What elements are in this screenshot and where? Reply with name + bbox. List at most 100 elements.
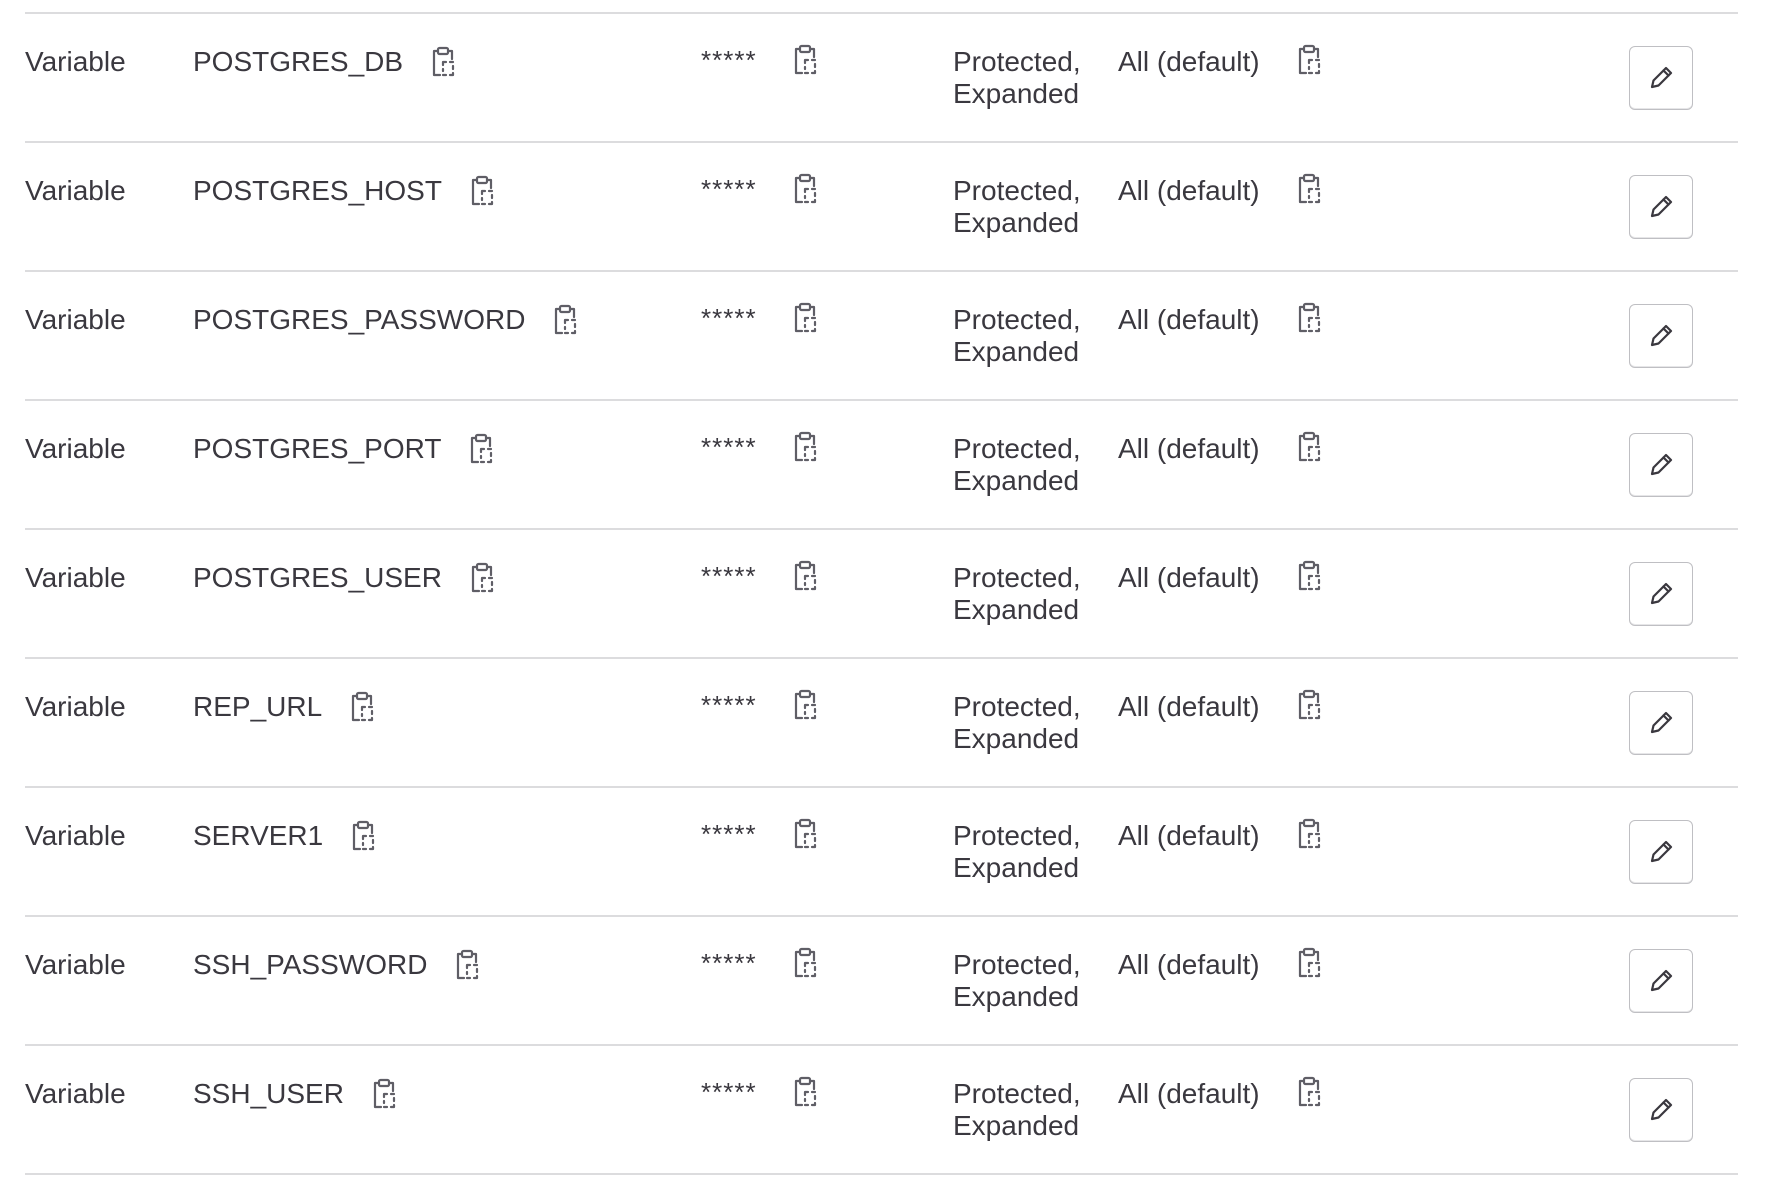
pencil-icon xyxy=(1646,321,1676,351)
table-row: Variable SERVER1 ***** Protected, Expanded Al… xyxy=(25,788,1738,917)
variable-key: SSH_PASSWORD xyxy=(193,949,428,980)
copy-key-icon[interactable] xyxy=(349,820,377,852)
edit-variable-button[interactable] xyxy=(1629,562,1693,626)
pencil-icon xyxy=(1646,708,1676,738)
copy-key-icon[interactable] xyxy=(468,175,496,207)
variable-value-masked: ***** xyxy=(701,561,757,591)
variable-environment: All (default) xyxy=(1118,1078,1260,1109)
edit-variable-button[interactable] xyxy=(1629,46,1693,110)
attribute-expanded: Expanded xyxy=(953,465,1080,496)
copy-value-icon[interactable] xyxy=(791,818,819,850)
copy-environment-cell xyxy=(1295,560,1323,599)
edit-variable-button[interactable] xyxy=(1629,175,1693,239)
copy-environment-cell xyxy=(1295,689,1323,728)
copy-key-icon[interactable] xyxy=(348,691,376,723)
variable-key-cell: SSH_USER xyxy=(193,1078,398,1110)
variable-attributes: Protected, Expanded xyxy=(953,304,1113,368)
copy-value-cell xyxy=(791,1076,819,1115)
copy-value-icon[interactable] xyxy=(791,560,819,592)
pencil-icon xyxy=(1646,450,1676,480)
variable-environment: All (default) xyxy=(1118,304,1260,335)
edit-variable-button[interactable] xyxy=(1629,820,1693,884)
copy-key-icon[interactable] xyxy=(370,1078,398,1110)
variable-value-masked: ***** xyxy=(701,690,757,720)
copy-value-cell xyxy=(791,302,819,341)
copy-environment-icon[interactable] xyxy=(1295,173,1323,205)
attribute-expanded: Expanded xyxy=(953,723,1080,754)
copy-environment-icon[interactable] xyxy=(1295,560,1323,592)
variable-type: Variable xyxy=(25,562,126,593)
variable-key: POSTGRES_USER xyxy=(193,562,442,593)
variable-attributes: Protected, Expanded xyxy=(953,1078,1113,1142)
copy-value-cell xyxy=(791,560,819,599)
copy-value-icon[interactable] xyxy=(791,1076,819,1108)
variable-environment: All (default) xyxy=(1118,46,1260,77)
variable-environment: All (default) xyxy=(1118,691,1260,722)
copy-value-icon[interactable] xyxy=(791,302,819,334)
attribute-protected: Protected, xyxy=(953,304,1081,335)
edit-variable-button[interactable] xyxy=(1629,949,1693,1013)
edit-variable-button[interactable] xyxy=(1629,304,1693,368)
variable-key-cell: REP_URL xyxy=(193,691,376,723)
variable-key-cell: POSTGRES_DB xyxy=(193,46,457,78)
copy-environment-icon[interactable] xyxy=(1295,947,1323,979)
pencil-icon xyxy=(1646,966,1676,996)
variable-key: POSTGRES_HOST xyxy=(193,175,442,206)
edit-variable-button[interactable] xyxy=(1629,433,1693,497)
copy-environment-icon[interactable] xyxy=(1295,1076,1323,1108)
variable-key-cell: POSTGRES_HOST xyxy=(193,175,496,207)
attribute-protected: Protected, xyxy=(953,820,1081,851)
copy-value-icon[interactable] xyxy=(791,431,819,463)
variable-attributes: Protected, Expanded xyxy=(953,433,1113,497)
table-row: Variable POSTGRES_HOST ***** Protected, Expa… xyxy=(25,143,1738,272)
copy-environment-icon[interactable] xyxy=(1295,689,1323,721)
copy-key-icon[interactable] xyxy=(468,562,496,594)
variable-environment: All (default) xyxy=(1118,175,1260,206)
copy-value-cell xyxy=(791,818,819,857)
table-row: Variable POSTGRES_DB ***** Protected, Expand… xyxy=(25,14,1738,143)
variable-key: SERVER1 xyxy=(193,820,324,851)
copy-key-icon[interactable] xyxy=(429,46,457,78)
copy-environment-cell xyxy=(1295,173,1323,212)
copy-value-cell xyxy=(791,173,819,212)
table-row: Variable SSH_PASSWORD ***** Protected, Expan… xyxy=(25,917,1738,1046)
attribute-protected: Protected, xyxy=(953,433,1081,464)
variable-key: SSH_USER xyxy=(193,1078,344,1109)
variable-attributes: Protected, Expanded xyxy=(953,175,1113,239)
copy-environment-icon[interactable] xyxy=(1295,818,1323,850)
copy-key-icon[interactable] xyxy=(453,949,481,981)
copy-environment-icon[interactable] xyxy=(1295,302,1323,334)
pencil-icon xyxy=(1646,1095,1676,1125)
copy-value-icon[interactable] xyxy=(791,44,819,76)
variable-type: Variable xyxy=(25,1078,126,1109)
variable-environment: All (default) xyxy=(1118,949,1260,980)
variable-attributes: Protected, Expanded xyxy=(953,46,1113,110)
edit-variable-button[interactable] xyxy=(1629,691,1693,755)
variable-attributes: Protected, Expanded xyxy=(953,562,1113,626)
table-row: Variable POSTGRES_PASSWORD ***** Protected,… xyxy=(25,272,1738,401)
copy-environment-icon[interactable] xyxy=(1295,431,1323,463)
copy-value-icon[interactable] xyxy=(791,173,819,205)
variable-value-masked: ***** xyxy=(701,948,757,978)
table-row: Variable POSTGRES_PORT ***** Protected, Expa… xyxy=(25,401,1738,530)
copy-key-icon[interactable] xyxy=(467,433,495,465)
copy-value-icon[interactable] xyxy=(791,947,819,979)
copy-key-icon[interactable] xyxy=(551,304,579,336)
copy-environment-cell xyxy=(1295,44,1323,83)
variable-environment: All (default) xyxy=(1118,562,1260,593)
variable-value-masked: ***** xyxy=(701,174,757,204)
variables-table: Variable POSTGRES_DB ***** Protected, Expand… xyxy=(25,12,1738,1175)
table-row: Variable POSTGRES_USER ***** Protected, Expa… xyxy=(25,530,1738,659)
copy-environment-cell xyxy=(1295,1076,1323,1115)
edit-variable-button[interactable] xyxy=(1629,1078,1693,1142)
copy-environment-icon[interactable] xyxy=(1295,44,1323,76)
copy-environment-cell xyxy=(1295,818,1323,857)
variable-value-masked: ***** xyxy=(701,819,757,849)
variable-key: POSTGRES_DB xyxy=(193,46,404,77)
variable-value-masked: ***** xyxy=(701,303,757,333)
copy-value-cell xyxy=(791,44,819,83)
variable-key: POSTGRES_PORT xyxy=(193,433,442,464)
variable-key: REP_URL xyxy=(193,691,323,722)
copy-value-icon[interactable] xyxy=(791,689,819,721)
variable-key-cell: POSTGRES_PASSWORD xyxy=(193,304,579,336)
